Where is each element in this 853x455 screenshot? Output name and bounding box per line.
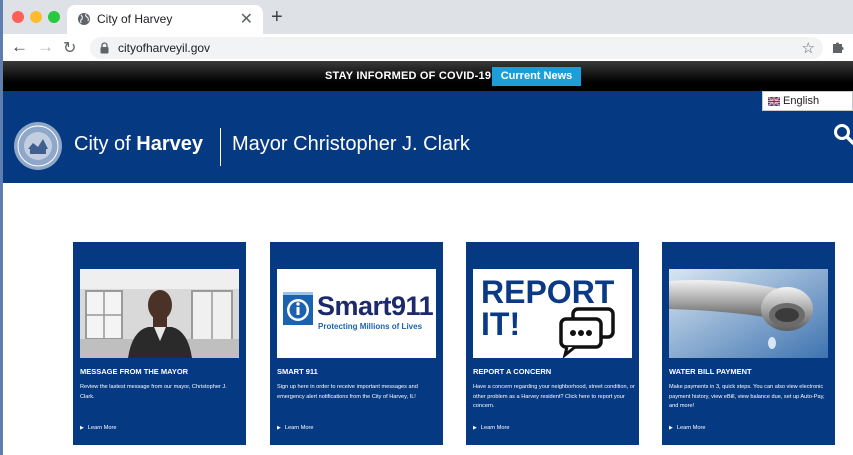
faucet-photo[interactable] xyxy=(669,269,828,358)
learn-more-link[interactable]: ▶ Learn More xyxy=(669,425,705,431)
brand-bold: Harvey xyxy=(136,133,203,155)
brand-name[interactable]: City of Harvey xyxy=(74,133,203,156)
card-description: Review the lastest message from our mayo… xyxy=(80,384,227,400)
bookmark-star-icon[interactable]: ☆ xyxy=(802,39,815,57)
arrow-right-icon: ▶ xyxy=(80,425,84,431)
current-news-button[interactable]: Current News xyxy=(492,67,581,86)
card-title: MESSAGE FROM THE MAYOR xyxy=(80,367,189,376)
url-text: cityofharveyil.gov xyxy=(118,41,211,55)
close-window-button[interactable] xyxy=(12,11,24,23)
tab-bar: City of Harvey ✕ + xyxy=(3,0,853,34)
card-description: Sign up here in order to receive importa… xyxy=(277,384,418,400)
tab-title: City of Harvey xyxy=(97,12,173,26)
site-header: City of Harvey Mayor Christopher J. Clar… xyxy=(3,91,853,183)
card-title: WATER BILL PAYMENT xyxy=(669,367,752,376)
browser-tab[interactable]: City of Harvey ✕ xyxy=(67,5,263,34)
city-seal-logo[interactable] xyxy=(13,121,63,171)
new-tab-button[interactable]: + xyxy=(271,6,283,29)
tab-close-icon[interactable]: ✕ xyxy=(240,9,253,29)
minimize-window-button[interactable] xyxy=(30,11,42,23)
feature-cards: MESSAGE FROM THE MAYOR Review the lastes… xyxy=(3,183,853,455)
card-description: Make payments in 3, quick steps. You can… xyxy=(669,384,825,409)
learn-more-link[interactable]: ▶ Learn More xyxy=(277,425,313,431)
address-bar[interactable]: cityofharveyil.gov ☆ xyxy=(90,37,823,59)
maximize-window-button[interactable] xyxy=(48,11,60,23)
browser-window: City of Harvey ✕ + ← → ↻ cityofharveyil.… xyxy=(0,0,853,455)
smart911-logo[interactable]: Smart911 Protecting Millions of Lives xyxy=(277,269,436,358)
smart911-tagline: Protecting Millions of Lives xyxy=(318,322,423,331)
mayor-name: Mayor Christopher J. Clark xyxy=(232,133,470,155)
faucet-photo-image xyxy=(669,269,828,358)
card-description: Have a concern regarding your neighborho… xyxy=(473,384,635,409)
extensions-puzzle-icon[interactable] xyxy=(831,40,845,54)
learn-more-link[interactable]: ▶ Learn More xyxy=(473,425,509,431)
search-icon[interactable] xyxy=(833,123,853,145)
learn-more-label: Learn More xyxy=(284,425,314,431)
learn-more-label: Learn More xyxy=(480,425,510,431)
forward-button[interactable]: → xyxy=(37,37,54,57)
arrow-right-icon: ▶ xyxy=(277,425,281,431)
smart911-logo-text: Smart911 xyxy=(317,291,434,321)
covid-banner: STAY INFORMED OF COVID-19 Current News xyxy=(3,61,853,91)
learn-more-label: Learn More xyxy=(87,425,117,431)
report-it-line1: REPORT xyxy=(481,274,615,310)
mayor-photo[interactable] xyxy=(80,269,239,358)
card-title: REPORT A CONCERN xyxy=(473,367,552,376)
report-it-line2: IT! xyxy=(481,306,521,342)
covid-banner-text: STAY INFORMED OF COVID-19 xyxy=(325,70,492,82)
lock-icon xyxy=(100,42,109,54)
learn-more-label: Learn More xyxy=(676,425,706,431)
card-smart-911[interactable]: Smart911 Protecting Millions of Lives SM… xyxy=(270,242,443,445)
learn-more-link[interactable]: ▶ Learn More xyxy=(80,425,116,431)
globe-icon xyxy=(78,13,90,25)
language-selector[interactable]: English xyxy=(762,91,853,111)
report-it-graphic[interactable]: REPORT IT! xyxy=(473,269,632,358)
language-label: English xyxy=(783,95,820,107)
arrow-right-icon: ▶ xyxy=(669,425,673,431)
card-water-bill-payment[interactable]: WATER BILL PAYMENT Make payments in 3, q… xyxy=(662,242,835,445)
brand-prefix: City of xyxy=(74,133,137,155)
header-divider xyxy=(220,128,221,166)
mayor-photo-image xyxy=(80,269,239,358)
card-report-a-concern[interactable]: REPORT IT! REPORT A CONCERN Have a conce… xyxy=(466,242,639,445)
arrow-right-icon: ▶ xyxy=(473,425,477,431)
uk-flag-icon xyxy=(768,97,780,106)
back-button[interactable]: ← xyxy=(11,37,28,57)
browser-toolbar: ← → ↻ cityofharveyil.gov ☆ xyxy=(3,34,853,61)
card-title: SMART 911 xyxy=(277,367,318,376)
card-message-from-mayor[interactable]: MESSAGE FROM THE MAYOR Review the lastes… xyxy=(73,242,246,445)
reload-button[interactable]: ↻ xyxy=(63,38,76,58)
